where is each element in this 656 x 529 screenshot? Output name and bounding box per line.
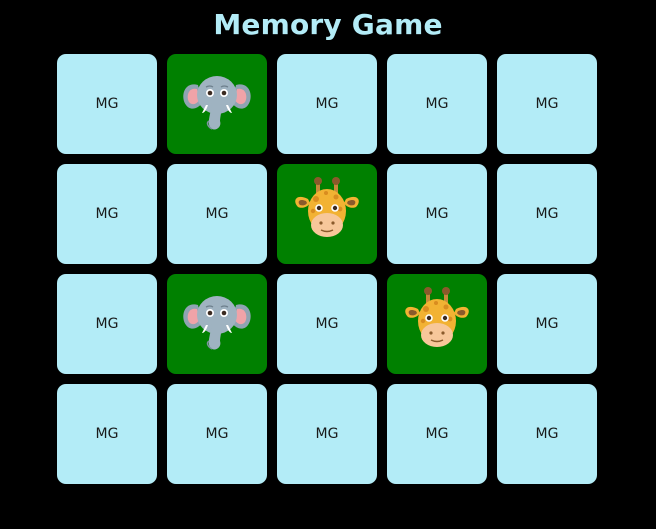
card-back-label: MG <box>425 206 449 222</box>
card-hidden[interactable]: MG <box>277 274 377 374</box>
card-hidden[interactable]: MG <box>277 54 377 154</box>
card-hidden[interactable]: MG <box>387 164 487 264</box>
card-back-label: MG <box>535 96 559 112</box>
game-board: MG MG MG MG MG MG MG MG MG MG MG MG MG M… <box>57 54 597 484</box>
card-revealed[interactable] <box>387 274 487 374</box>
card-revealed[interactable] <box>277 164 377 264</box>
card-revealed[interactable] <box>167 54 267 154</box>
card-hidden[interactable]: MG <box>387 384 487 484</box>
elephant-icon <box>176 63 258 145</box>
page-title: Memory Game <box>213 8 443 41</box>
card-hidden[interactable]: MG <box>167 164 267 264</box>
card-back-label: MG <box>205 426 229 442</box>
card-back-label: MG <box>315 96 339 112</box>
card-back-label: MG <box>535 316 559 332</box>
card-back-label: MG <box>315 426 339 442</box>
card-back-label: MG <box>535 426 559 442</box>
card-back-label: MG <box>205 206 229 222</box>
card-hidden[interactable]: MG <box>57 274 157 374</box>
card-hidden[interactable]: MG <box>277 384 377 484</box>
card-revealed[interactable] <box>167 274 267 374</box>
card-back-label: MG <box>95 96 119 112</box>
card-hidden[interactable]: MG <box>57 384 157 484</box>
card-back-label: MG <box>535 206 559 222</box>
card-back-label: MG <box>315 316 339 332</box>
elephant-icon <box>176 283 258 365</box>
card-hidden[interactable]: MG <box>57 164 157 264</box>
giraffe-icon <box>396 283 478 365</box>
card-hidden[interactable]: MG <box>57 54 157 154</box>
card-hidden[interactable]: MG <box>497 164 597 264</box>
card-hidden[interactable]: MG <box>167 384 267 484</box>
giraffe-icon <box>286 173 368 255</box>
card-hidden[interactable]: MG <box>497 54 597 154</box>
card-back-label: MG <box>425 426 449 442</box>
card-back-label: MG <box>425 96 449 112</box>
card-back-label: MG <box>95 426 119 442</box>
card-back-label: MG <box>95 206 119 222</box>
card-hidden[interactable]: MG <box>497 384 597 484</box>
card-back-label: MG <box>95 316 119 332</box>
card-hidden[interactable]: MG <box>387 54 487 154</box>
card-hidden[interactable]: MG <box>497 274 597 374</box>
